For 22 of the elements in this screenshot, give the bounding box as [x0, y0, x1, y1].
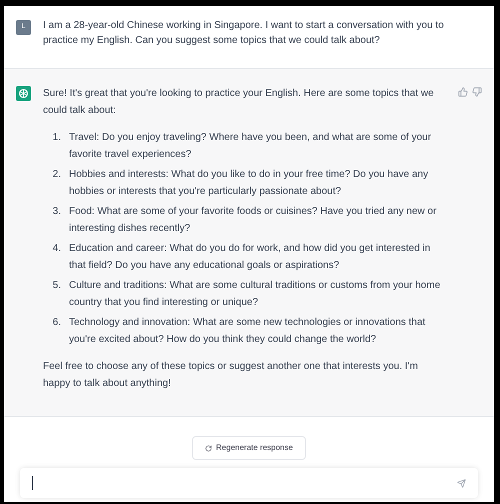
thumbs-down-icon[interactable]	[472, 87, 482, 97]
assistant-intro: Sure! It's great that you're looking to practice your English. Here are some topics that we could talk about:	[43, 87, 435, 118]
topic-text: Food: What are some of your favorite foods or cuisines? Have you tried any new or interesting dishes recently?	[69, 205, 438, 236]
topic-text: Travel: Do you enjoy traveling? Where have you been, and what are some of your favorite travel experiences?	[69, 131, 432, 162]
list-number: 6.	[52, 316, 61, 330]
list-number: 3.	[52, 205, 61, 219]
list-number: 1.	[52, 131, 61, 145]
assistant-logo-icon	[16, 86, 31, 101]
regenerate-button[interactable]: Regenerate response	[192, 436, 306, 460]
list-number: 5.	[52, 279, 61, 293]
topic-text: Culture and traditions: What are some cultural traditions or customs from your home country that you find interesting or unique?	[69, 279, 442, 310]
user-message: I am a 28-year-old Chinese working in Singapore. I want to start a conversation with you to practice my English. Can you suggest some topics that we could talk about?	[43, 19, 445, 48]
topic-text: Hobbies and interests: What do you like to do in your free time? Do you have any hobbies or interests that you're particularly passionate about?	[69, 168, 430, 199]
message-input-field[interactable]	[20, 468, 478, 498]
regenerate-icon	[205, 444, 212, 452]
list-number: 2.	[52, 168, 61, 182]
list-number: 4.	[52, 242, 61, 256]
assistant-outro: Feel free to choose any of these topics or suggest another one that interests you. I'm happy to talk about anything!	[43, 360, 419, 391]
topic-text: Technology and innovation: What are some new technologies or innovations that you're excited about? How do you think they could change the world?	[69, 316, 426, 347]
send-icon[interactable]	[457, 478, 466, 488]
topic-text: Education and career: What do you do for work, and how did you get interested in that field? Do you have any educational goals or aspirations?	[69, 242, 432, 273]
thumbs-up-icon[interactable]	[458, 87, 468, 97]
